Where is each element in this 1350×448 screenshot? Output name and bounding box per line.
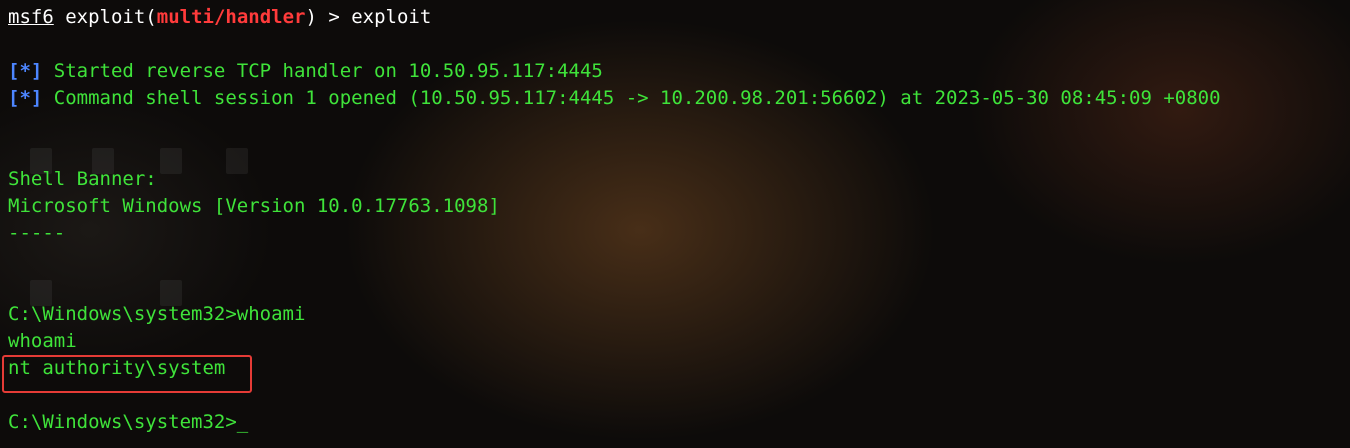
banner-version: Microsoft Windows [Version 10.0.17763.10… bbox=[8, 195, 500, 217]
status-tag: [*] bbox=[8, 87, 43, 109]
highlight-box bbox=[2, 355, 252, 393]
text-cursor: _ bbox=[236, 411, 249, 433]
msf-prompt-line: msf6 exploit(multi/handler) > exploit bbox=[8, 6, 432, 28]
msf-prompt-suffix: ) > exploit bbox=[305, 6, 432, 28]
msf-prompt-command-word: exploit bbox=[65, 6, 146, 28]
banner-separator: ----- bbox=[8, 222, 66, 244]
cmd-prompt-line: C:\Windows\system32>whoami bbox=[8, 303, 306, 325]
status-line-started: [*] Started reverse TCP handler on 10.50… bbox=[8, 58, 1350, 85]
banner-label: Shell Banner: bbox=[8, 168, 157, 190]
status-text-started: Started reverse TCP handler on 10.50.95.… bbox=[42, 60, 603, 82]
status-tag: [*] bbox=[8, 60, 43, 82]
status-text-session: Command shell session 1 opened (10.50.95… bbox=[42, 87, 1221, 109]
cmd-echo-line: whoami bbox=[8, 330, 77, 352]
terminal-window[interactable]: msf6 exploit(multi/handler) > exploit [*… bbox=[0, 0, 1350, 448]
msf-prompt-module: multi/handler bbox=[156, 6, 306, 28]
final-prompt: C:\Windows\system32> bbox=[8, 411, 237, 433]
final-prompt-line[interactable]: C:\Windows\system32>_ bbox=[8, 409, 1350, 436]
msf-prompt-app: msf6 bbox=[8, 6, 54, 28]
status-line-session: [*] Command shell session 1 opened (10.5… bbox=[8, 85, 1350, 112]
